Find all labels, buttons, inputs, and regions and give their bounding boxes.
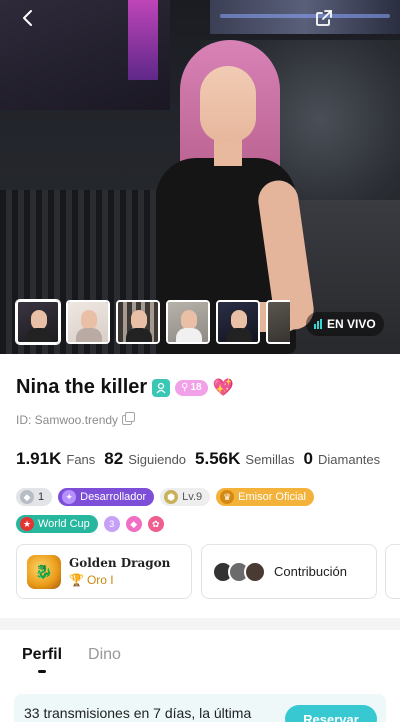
dragon-title: Golden Dragon: [69, 556, 171, 570]
thumbnail[interactable]: [116, 300, 160, 344]
badges-row-2: ★ World Cup 3 ◆ ✿: [16, 515, 164, 533]
share-external-icon[interactable]: [310, 4, 338, 32]
stat-diamonds-value[interactable]: 0: [304, 449, 313, 469]
candy-icon[interactable]: ✿: [147, 516, 164, 532]
live-bars-icon: [314, 319, 322, 329]
stat-seeds-value[interactable]: 5.56K: [195, 449, 240, 469]
contributor-avatars: [212, 560, 266, 583]
profile-tabs: Perfil Dino: [22, 646, 121, 664]
stat-following-value[interactable]: 82: [104, 449, 123, 469]
tab-dino[interactable]: Dino: [88, 646, 121, 664]
golden-dragon-card[interactable]: 🐉 Golden Dragon 🏆 Oro I: [16, 544, 192, 599]
official-broadcaster-badge[interactable]: ♛ Emisor Oficial: [216, 488, 314, 506]
chevron-left-icon[interactable]: [14, 4, 42, 32]
flag-icon: ★: [20, 517, 34, 531]
stat-following-label: Siguiendo: [128, 452, 187, 467]
profile-id-row: ID: Samwoo.trendy: [16, 412, 136, 427]
contribution-label: Contribución: [274, 564, 347, 579]
live-label: EN VIVO: [327, 317, 376, 331]
world-cup-badge[interactable]: ★ World Cup: [16, 515, 98, 533]
dragon-rank: Oro I: [86, 573, 114, 587]
badges-row: ◆ 1 ✦ Desarrollador ⬢ Lv.9 ♛ Emisor Ofic…: [16, 488, 314, 506]
profile-name-row: Nina the killer ⚲ 18 💖: [16, 376, 234, 399]
section-divider: [0, 618, 400, 630]
thumbnail[interactable]: [166, 300, 210, 344]
diamond-badge[interactable]: ◆ 1: [16, 488, 53, 506]
cover-photo: EN VIVO: [0, 0, 400, 354]
level-3-badge[interactable]: 3: [103, 516, 120, 532]
stats-row: 1.91K Fans 82 Siguiendo 5.56K Semillas 0…: [16, 449, 384, 469]
stat-fans-label: Fans: [66, 452, 96, 467]
level-badge: ⚲ 18: [175, 379, 208, 396]
stat-fans-value[interactable]: 1.91K: [16, 449, 61, 469]
tab-underline: [38, 670, 46, 673]
thumbnail[interactable]: [16, 300, 60, 344]
stat-diamonds-label: Diamantes: [318, 452, 381, 467]
stat-seeds-label: Semillas: [245, 452, 295, 467]
crown-icon: ♛: [220, 490, 235, 504]
search-person-icon: ⚲: [181, 382, 189, 393]
dragon-rank-row: 🏆 Oro I: [69, 573, 170, 587]
contribution-card[interactable]: Contribución: [201, 544, 377, 599]
ceiling-light: [220, 14, 390, 18]
next-card[interactable]: [385, 544, 400, 599]
trophy-icon: 🏆: [69, 573, 84, 587]
developer-icon: ✦: [62, 490, 77, 504]
thumbnail[interactable]: [266, 300, 290, 344]
profile-id: ID: Samwoo.trendy: [16, 413, 119, 427]
gem-icon[interactable]: ◆: [125, 516, 142, 532]
thumbnail[interactable]: [66, 300, 110, 344]
avatar: [244, 560, 266, 583]
developer-badge[interactable]: ✦ Desarrollador: [58, 488, 155, 506]
thumbnail[interactable]: [216, 300, 260, 344]
copy-icon[interactable]: [122, 412, 136, 425]
dragon-emblem-icon: 🐉: [27, 554, 61, 589]
level-badge-lv[interactable]: ⬢ Lv.9: [160, 488, 211, 506]
heart-icon: 💖: [212, 378, 234, 397]
user-badge-icon: [152, 378, 171, 397]
hexagon-icon: ⬢: [164, 490, 179, 504]
stream-info-text: 33 transmisiones en 7 días, la última: [24, 705, 252, 721]
live-badge[interactable]: EN VIVO: [306, 312, 384, 336]
diamond-icon: ◆: [20, 490, 34, 504]
photo-thumbnails: [16, 300, 290, 344]
reserve-button[interactable]: Reservar: [285, 705, 377, 722]
tab-perfil[interactable]: Perfil: [22, 646, 62, 664]
profile-name: Nina the killer: [16, 376, 148, 398]
